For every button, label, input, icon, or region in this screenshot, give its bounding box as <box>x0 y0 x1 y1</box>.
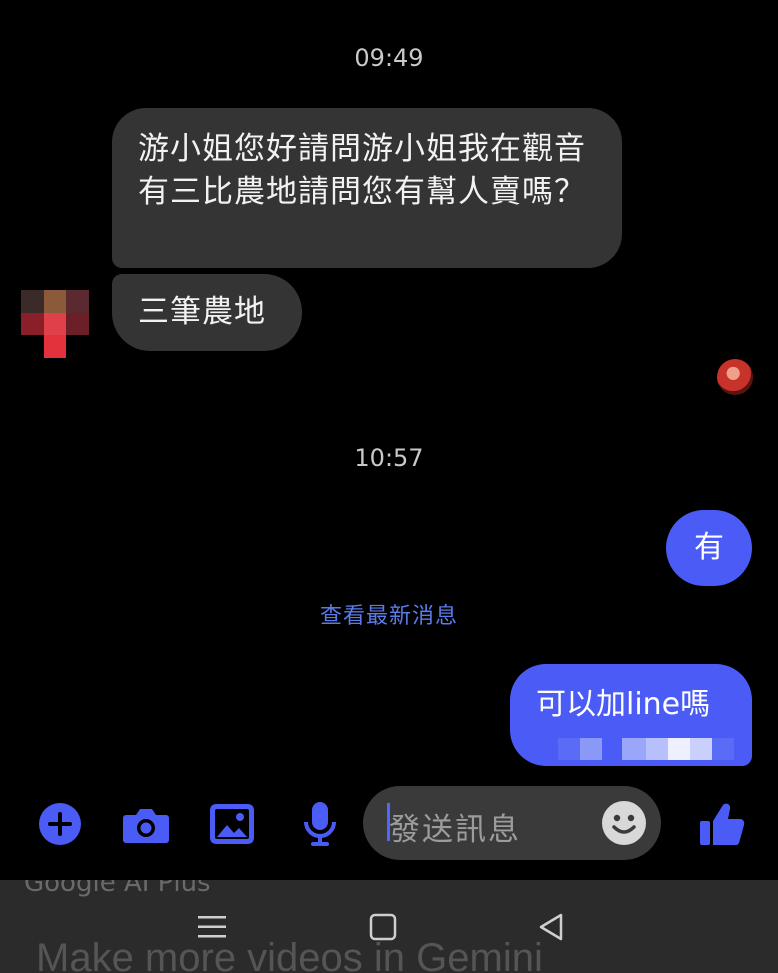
thumbs-up-icon[interactable] <box>698 800 746 848</box>
message-composer: 發送訊息 <box>0 786 778 862</box>
back-button[interactable] <box>535 910 569 944</box>
home-button[interactable] <box>366 910 400 944</box>
seen-receipt-avatar <box>717 359 753 395</box>
microphone-icon[interactable] <box>296 800 344 848</box>
incoming-message-bubble[interactable]: 三筆農地 <box>112 274 302 351</box>
background-text: Make more videos in Gemini <box>36 936 543 973</box>
message-text: 可以加line嗎 <box>536 687 711 722</box>
background-text: Google AI Plus <box>24 880 211 898</box>
outgoing-message-bubble[interactable]: 有 <box>666 510 752 586</box>
incoming-message-bubble[interactable]: 游小姐您好請問游小姐我在觀音有三比農地請問您有幫人賣嗎？ <box>112 108 622 268</box>
plus-circle-icon[interactable] <box>36 800 84 848</box>
timestamp: 09:49 <box>354 44 424 72</box>
outgoing-message-bubble[interactable]: 可以加line嗎 <box>510 664 752 766</box>
message-input[interactable]: 發送訊息 <box>363 786 661 860</box>
timestamp: 10:57 <box>354 444 424 472</box>
camera-icon[interactable] <box>122 800 170 848</box>
image-icon[interactable] <box>208 800 256 848</box>
view-latest-messages-link[interactable]: 查看最新消息 <box>0 598 778 630</box>
message-input-placeholder: 發送訊息 <box>389 812 521 848</box>
pixelated-redaction <box>558 738 734 760</box>
sender-avatar[interactable] <box>21 290 89 358</box>
system-navigation-bar: Google AI Plus Make more videos in Gemin… <box>0 880 778 973</box>
emoji-icon[interactable] <box>601 800 647 846</box>
chat-thread: 09:49 游小姐您好請問游小姐我在觀音有三比農地請問您有幫人賣嗎？ 三筆農地 … <box>0 0 778 880</box>
recent-apps-button[interactable] <box>195 910 229 944</box>
